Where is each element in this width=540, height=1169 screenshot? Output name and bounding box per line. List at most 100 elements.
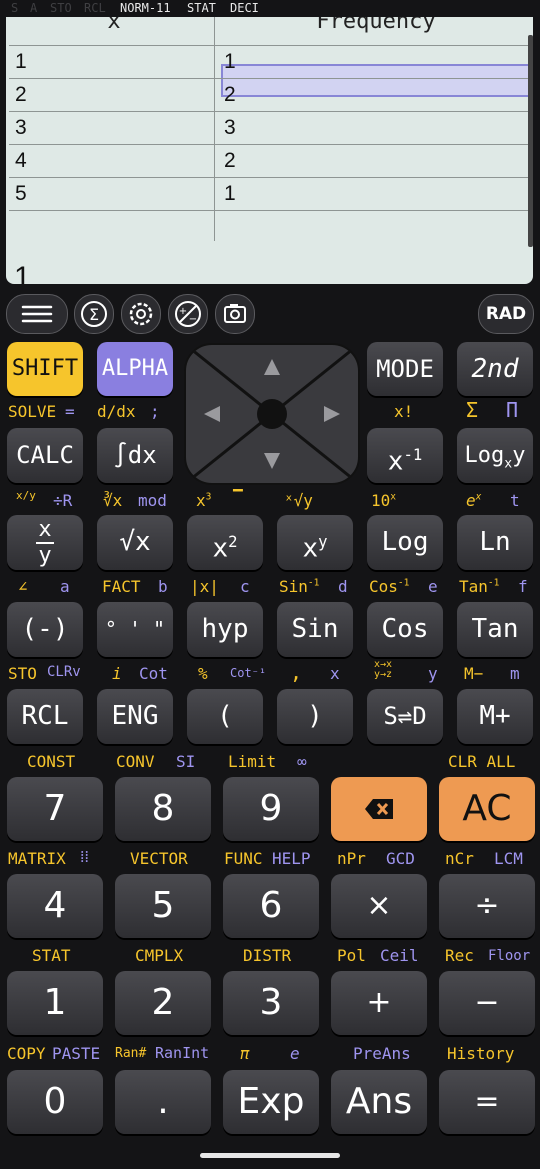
- x-cell[interactable]: 3: [15, 112, 27, 144]
- digit-3-key[interactable]: 3: [223, 971, 319, 1035]
- ncr-label: nCr: [445, 849, 474, 868]
- settings-button[interactable]: [121, 294, 161, 334]
- left-paren-key[interactable]: (: [187, 689, 263, 744]
- factorial-label: x!: [394, 402, 414, 421]
- arccos-label: Cos-1: [369, 577, 410, 596]
- sqrt-key[interactable]: √x: [97, 515, 173, 570]
- hyp-key[interactable]: hyp: [187, 602, 263, 657]
- s-to-d-key[interactable]: S⇌D: [367, 689, 443, 744]
- digit-0-key[interactable]: 0: [7, 1070, 103, 1134]
- x-cell[interactable]: 2: [15, 79, 27, 111]
- rcl-indicator: RCL: [84, 1, 106, 15]
- eng-key[interactable]: ENG: [97, 689, 173, 744]
- sin-key[interactable]: Sin: [277, 602, 353, 657]
- table-row[interactable]: 2 2: [9, 79, 533, 112]
- ln-key[interactable]: Ln: [457, 515, 533, 570]
- copy-label: COPY: [7, 1044, 46, 1063]
- angle-mode-button[interactable]: RAD: [478, 294, 534, 334]
- frequency-cell[interactable]: 1: [224, 178, 236, 210]
- digit-7-key[interactable]: 7: [7, 777, 103, 841]
- shift-indicator: S: [11, 1, 19, 15]
- logxy-key[interactable]: Logxy: [457, 428, 533, 483]
- f-label: f: [518, 577, 528, 596]
- preans-label: PreAns: [353, 1044, 411, 1063]
- minus-key[interactable]: −: [439, 971, 535, 1035]
- digit-9-key[interactable]: 9: [223, 777, 319, 841]
- b-label: b: [158, 577, 168, 596]
- table-row[interactable]: 4 2: [9, 145, 533, 178]
- alpha-key[interactable]: ALPHA: [97, 342, 173, 396]
- percent-label: %: [198, 664, 208, 683]
- home-indicator[interactable]: [200, 1153, 340, 1158]
- ans-key[interactable]: Ans: [331, 1070, 427, 1134]
- digit-4-key[interactable]: 4: [7, 874, 103, 938]
- matrix-icon: ⁞⁞: [80, 847, 89, 866]
- plus-key[interactable]: +: [331, 971, 427, 1035]
- x-cell[interactable]: 5: [15, 178, 27, 210]
- xth-root-label: ˣ√y: [284, 491, 313, 510]
- column-header-frequency: Frequency: [316, 17, 436, 34]
- ac-key[interactable]: AC: [439, 777, 535, 841]
- exp-power-label: ex: [466, 491, 482, 510]
- second-key[interactable]: 2nd: [457, 342, 533, 396]
- table-row[interactable]: 3 3: [9, 112, 533, 145]
- frequency-cell[interactable]: 1: [224, 46, 236, 78]
- frequency-cell[interactable]: 2: [224, 145, 236, 177]
- integral-key[interactable]: ∫dx: [97, 428, 173, 483]
- backspace-key[interactable]: [331, 777, 427, 841]
- sigma-button[interactable]: Σ: [74, 294, 114, 334]
- right-paren-key[interactable]: ): [277, 689, 353, 744]
- table-row[interactable]: 5 1: [9, 178, 533, 211]
- digit-5-key[interactable]: 5: [115, 874, 211, 938]
- digit-6-key[interactable]: 6: [223, 874, 319, 938]
- x-cell[interactable]: 1: [15, 46, 27, 78]
- calc-key[interactable]: CALC: [7, 428, 83, 483]
- comma-label: ,: [290, 660, 303, 684]
- plus-minus-button[interactable]: + −: [168, 294, 208, 334]
- tan-key[interactable]: Tan: [457, 602, 533, 657]
- cos-key[interactable]: Cos: [367, 602, 443, 657]
- frequency-cell[interactable]: 2: [224, 79, 236, 111]
- table-row[interactable]: [9, 211, 533, 243]
- ceil-label: Ceil: [380, 946, 419, 965]
- rcl-key[interactable]: RCL: [7, 689, 83, 744]
- exp-key[interactable]: Exp: [223, 1070, 319, 1134]
- digit-1-key[interactable]: 1: [7, 971, 103, 1035]
- svg-text:+: +: [179, 306, 187, 317]
- entry-line: 1: [14, 261, 31, 284]
- square-key[interactable]: x2: [187, 515, 263, 570]
- multiply-key[interactable]: ×: [331, 874, 427, 938]
- div-remainder-label: ÷R: [53, 491, 73, 510]
- table-row[interactable]: 1 1: [9, 46, 533, 79]
- reciprocal-key[interactable]: x-1: [367, 428, 443, 483]
- fraction-key[interactable]: xy: [7, 515, 83, 570]
- power-key[interactable]: xy: [277, 515, 353, 570]
- fraction-label: x/y: [16, 489, 36, 502]
- arccot-label: Cot⁻¹: [230, 666, 267, 680]
- sto-indicator: STO: [50, 1, 72, 15]
- direction-pad[interactable]: [184, 343, 360, 485]
- divide-key[interactable]: ÷: [439, 874, 535, 938]
- digit-2-key[interactable]: 2: [115, 971, 211, 1035]
- c-label: c: [240, 577, 250, 596]
- frequency-cell[interactable]: 3: [224, 112, 236, 144]
- m-plus-key[interactable]: M+: [457, 689, 533, 744]
- si-label: SI: [176, 752, 196, 771]
- x-cell[interactable]: 4: [15, 145, 27, 177]
- digit-8-key[interactable]: 8: [115, 777, 211, 841]
- camera-button[interactable]: [215, 294, 255, 334]
- negative-key[interactable]: (-): [7, 602, 83, 657]
- equals-key[interactable]: =: [439, 1070, 535, 1134]
- table-scrollbar[interactable]: [528, 35, 533, 247]
- decimal-point-key[interactable]: .: [115, 1070, 211, 1134]
- menu-button[interactable]: [6, 294, 68, 334]
- lcm-label: LCM: [494, 849, 523, 868]
- shift-key[interactable]: SHIFT: [7, 342, 83, 396]
- mode-key[interactable]: MODE: [367, 342, 443, 396]
- d-label: d: [338, 577, 348, 596]
- log-key[interactable]: Log: [367, 515, 443, 570]
- norm-indicator: NORM-11: [120, 1, 171, 15]
- stat-indicator: STAT: [187, 1, 216, 15]
- degree-key[interactable]: ° ' ": [97, 602, 173, 657]
- distr-label: DISTR: [243, 946, 292, 965]
